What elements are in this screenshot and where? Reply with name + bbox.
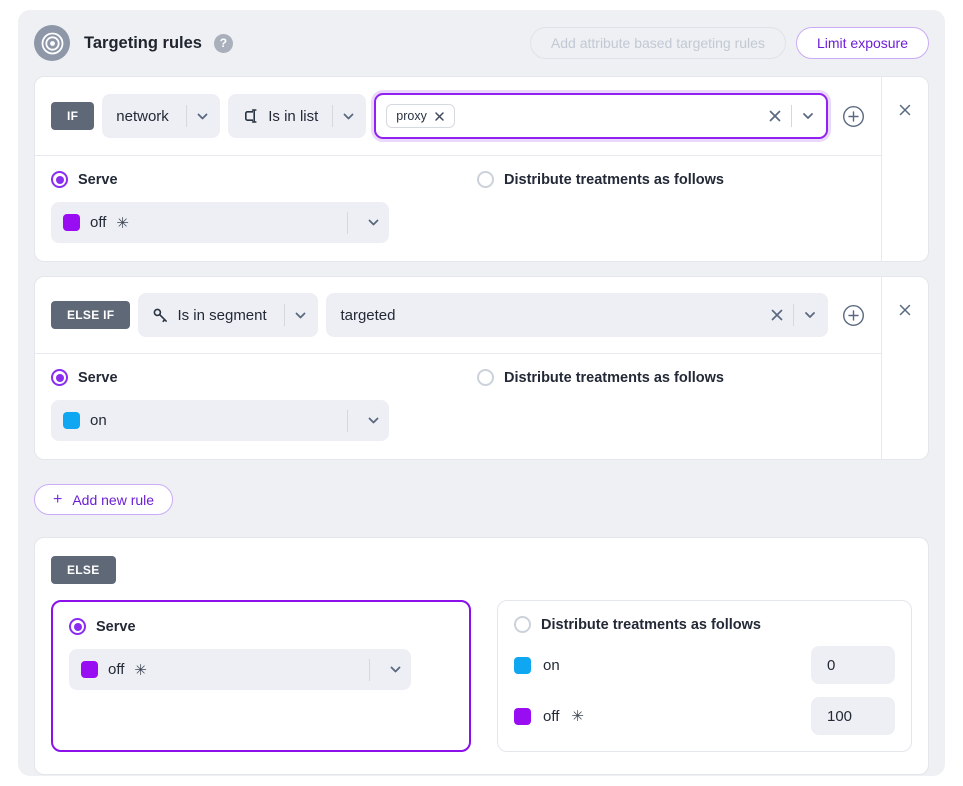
treatment-label: on (90, 412, 107, 429)
serve-label: Serve (96, 619, 136, 635)
treatment-swatch (514, 708, 531, 725)
key-icon (152, 307, 169, 324)
chevron-down-icon[interactable] (195, 109, 210, 124)
serve-label: Serve (78, 370, 118, 386)
panel-header: Targeting rules ? Add attribute based ta… (34, 20, 929, 66)
treatment-swatch (81, 661, 98, 678)
default-treatment-marker: ✳ (134, 661, 147, 679)
clear-icon[interactable] (767, 108, 783, 124)
treatment-swatch (514, 657, 531, 674)
else-serve-radio[interactable] (69, 618, 86, 635)
rule2-serve-area: Serve Distribute treatments as follows o… (35, 354, 881, 459)
else-distribute-panel: Distribute treatments as follows on off … (497, 600, 912, 752)
serve-label: Serve (78, 172, 118, 188)
rule2-matcher-value: Is in segment (177, 307, 266, 324)
rule1-condition-row: IF network (35, 77, 881, 155)
plus-icon: + (53, 492, 62, 508)
chip-remove-icon[interactable] (434, 111, 445, 122)
add-condition-icon[interactable] (842, 105, 865, 128)
rule1-matcher-value: Is in list (268, 108, 318, 125)
else-serve-panel: Serve off ✳ (51, 600, 471, 752)
rule-card-if: IF network (34, 76, 929, 262)
distribute-label: Distribute treatments as follows (504, 172, 724, 188)
distribute-label: Distribute treatments as follows (504, 370, 724, 386)
string-type-icon (242, 107, 260, 125)
chip-label: proxy (396, 109, 427, 123)
else-badge: ELSE (51, 556, 116, 584)
chevron-down-icon[interactable] (366, 413, 381, 428)
clear-icon[interactable] (769, 307, 785, 323)
default-treatment-marker: ✳ (571, 707, 584, 725)
distribution-percent-input-off[interactable] (811, 697, 895, 735)
default-treatment-marker: ✳ (116, 214, 129, 232)
rule2-distribute-radio[interactable] (477, 369, 494, 386)
treatment-label: on (543, 657, 560, 674)
rule1-side-column (881, 77, 928, 261)
treatment-label: off (90, 214, 106, 231)
rule1-attribute-select[interactable]: network (102, 94, 220, 138)
add-new-rule-button[interactable]: + Add new rule (34, 484, 173, 515)
add-condition-icon[interactable] (842, 304, 865, 327)
rule2-serve-radio[interactable] (51, 369, 68, 386)
delete-rule-icon[interactable] (898, 103, 912, 117)
treatment-label: off (543, 708, 559, 725)
distribution-percent-input-on[interactable] (811, 646, 895, 684)
else-distribute-radio[interactable] (514, 616, 531, 633)
rule1-matcher-select[interactable]: Is in list (228, 94, 366, 138)
chevron-down-icon[interactable] (388, 662, 403, 677)
add-attribute-rules-button[interactable]: Add attribute based targeting rules (530, 27, 786, 59)
add-new-rule-label: Add new rule (72, 492, 154, 508)
delete-rule-icon[interactable] (898, 303, 912, 317)
treatment-swatch (63, 412, 80, 429)
treatment-label: off (108, 661, 124, 678)
value-chip: proxy (386, 104, 455, 128)
rule1-serve-area: Serve Distribute treatments as follows o… (35, 156, 881, 261)
distribution-row-off: off ✳ (514, 697, 895, 735)
rule2-segment-input[interactable]: targeted (326, 293, 828, 337)
rule2-condition-row: ELSE IF Is in segment (35, 277, 881, 353)
else-treatment-select[interactable]: off ✳ (69, 649, 411, 690)
page-title: Targeting rules (84, 34, 202, 53)
rule1-values-input[interactable]: proxy (374, 93, 828, 139)
rule2-treatment-select[interactable]: on (51, 400, 389, 441)
rule2-side-column (881, 277, 928, 459)
targeting-rules-panel: Targeting rules ? Add attribute based ta… (18, 10, 945, 776)
limit-exposure-button[interactable]: Limit exposure (796, 27, 929, 59)
distribution-row-on: on (514, 646, 895, 684)
chevron-down-icon[interactable] (800, 108, 816, 124)
else-if-badge: ELSE IF (51, 301, 130, 329)
distribute-label: Distribute treatments as follows (541, 617, 761, 633)
if-badge: IF (51, 102, 94, 130)
rule-card-else-if: ELSE IF Is in segment (34, 276, 929, 460)
rule1-serve-radio[interactable] (51, 171, 68, 188)
segment-value: targeted (340, 307, 395, 324)
chevron-down-icon[interactable] (366, 215, 381, 230)
chevron-down-icon[interactable] (293, 308, 308, 323)
rule1-distribute-radio[interactable] (477, 171, 494, 188)
help-icon[interactable]: ? (214, 34, 233, 53)
rule1-treatment-select[interactable]: off ✳ (51, 202, 389, 243)
rule-card-else: ELSE Serve off ✳ (34, 537, 929, 775)
rule1-attribute-value: network (116, 108, 169, 125)
chevron-down-icon[interactable] (341, 109, 356, 124)
chevron-down-icon[interactable] (802, 307, 818, 323)
rule2-matcher-select[interactable]: Is in segment (138, 293, 318, 337)
target-icon (34, 25, 70, 61)
treatment-swatch (63, 214, 80, 231)
